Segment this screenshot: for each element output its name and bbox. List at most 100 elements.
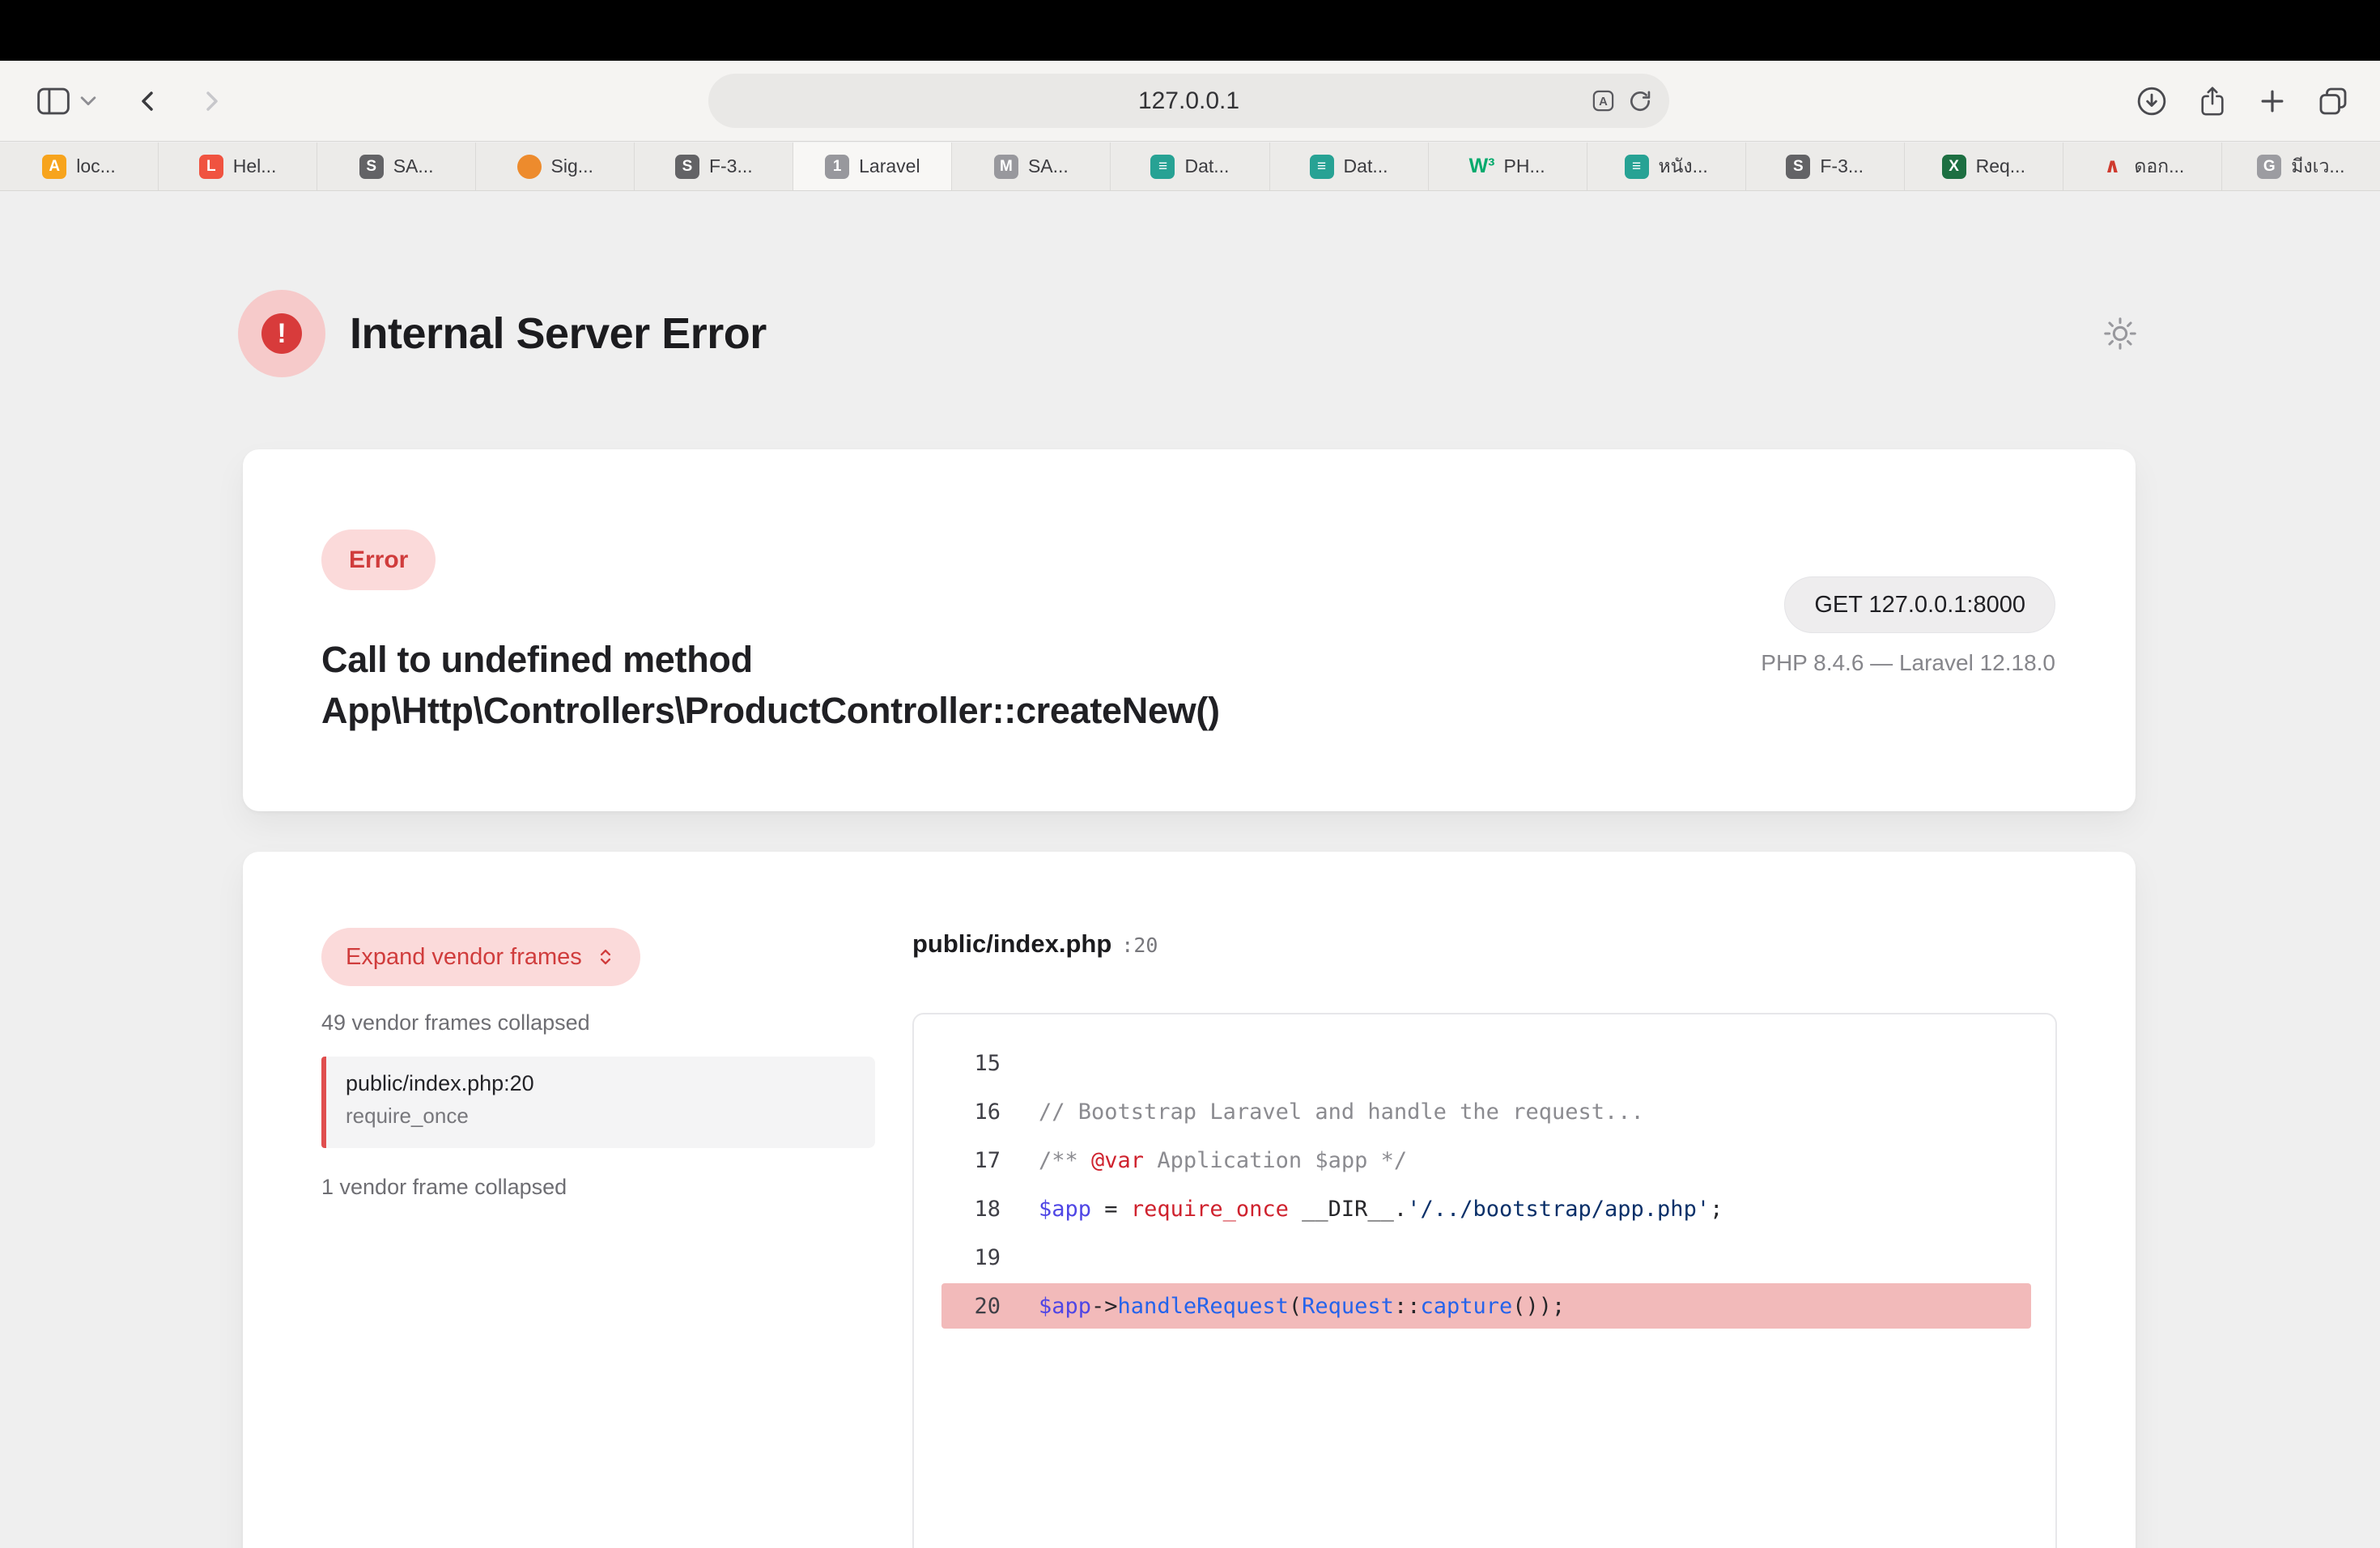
tab-label: SA...: [1028, 155, 1069, 177]
tab[interactable]: ≡ Dat...: [1111, 142, 1269, 190]
sidebar-icon: [36, 87, 70, 115]
versions-text: PHP 8.4.6 — Laravel 12.18.0: [1761, 650, 2055, 676]
translate-icon[interactable]: A: [1591, 88, 1616, 113]
tab-overview-button[interactable]: [2317, 85, 2349, 117]
tab[interactable]: S SA...: [317, 142, 476, 190]
code-line-20: 20 $app->handleRequest(Request::capture()…: [914, 1282, 2055, 1330]
expand-vendor-frames-button[interactable]: Expand vendor frames: [321, 928, 640, 986]
tab[interactable]: L Hel...: [159, 142, 317, 190]
tab-label: loc...: [76, 155, 116, 177]
line-code: /** @var Application $app */: [1039, 1148, 1407, 1173]
tab-label: Dat...: [1184, 155, 1229, 177]
forward-button[interactable]: [198, 88, 224, 114]
menu-bar: [0, 0, 2380, 61]
error-alert-icon: !: [238, 290, 325, 377]
frame-call: require_once: [346, 1104, 875, 1129]
tab-label: PH...: [1504, 155, 1545, 177]
unfold-icon: [595, 946, 616, 968]
share-icon: [2197, 85, 2228, 117]
phpmyadmin-icon: A: [42, 155, 66, 179]
downloads-button[interactable]: [2136, 85, 2168, 117]
chevron-left-icon: [135, 88, 161, 114]
code-line-19: 19: [914, 1233, 2055, 1282]
orange-dot-icon: [517, 155, 542, 179]
tab-label: F-3...: [709, 155, 753, 177]
tab[interactable]: W³ PH...: [1429, 142, 1587, 190]
line-code: // Bootstrap Laravel and handle the requ…: [1039, 1099, 1644, 1125]
database-icon: ≡: [1150, 155, 1175, 179]
chevron-right-icon: [198, 88, 224, 114]
exception-message-line: Call to undefined method: [321, 634, 1220, 685]
tab[interactable]: Sig...: [476, 142, 635, 190]
plus-icon: [2257, 86, 2288, 117]
tab[interactable]: XReq...: [1905, 142, 2063, 190]
request-method-pill: GET 127.0.0.1:8000: [1784, 576, 2055, 633]
line-number: 15: [914, 1051, 1001, 1076]
tab[interactable]: ∧ ดอก...: [2063, 142, 2222, 190]
line-number: 18: [914, 1197, 1001, 1222]
back-button[interactable]: [135, 88, 161, 114]
laravel-icon: L: [199, 155, 223, 179]
theme-toggle-button[interactable]: [2102, 315, 2139, 352]
code-line-16: 16 // Bootstrap Laravel and handle the re…: [914, 1087, 2055, 1136]
sun-icon: [2102, 315, 2139, 352]
line-number: 20: [914, 1294, 1001, 1319]
tab[interactable]: Aloc...: [0, 142, 159, 190]
stack-frame-item[interactable]: public/index.php:20 require_once: [321, 1057, 875, 1148]
line-number: 17: [914, 1148, 1001, 1173]
tab-label: F-3...: [1820, 155, 1864, 177]
s-icon: S: [675, 155, 699, 179]
exception-message: Call to undefined method App\Http\Contro…: [321, 634, 1220, 736]
stack-trace-card: Expand vendor frames 49 vendor frames co…: [243, 852, 2136, 1548]
chevron-logo-icon: ∧: [2100, 155, 2124, 179]
excel-icon: X: [1942, 155, 1966, 179]
exception-message-line: App\Http\Controllers\ProductController::…: [321, 685, 1220, 736]
code-line-17: 17 /** @var Application $app */: [914, 1136, 2055, 1184]
tab-label: หนัง...: [1659, 152, 1708, 181]
browser-toolbar: 127.0.0.1 A: [0, 61, 2380, 142]
g-icon: G: [2257, 155, 2281, 179]
file-name: public/index.php: [912, 929, 1111, 959]
line-number: 19: [914, 1245, 1001, 1270]
tab[interactable]: ≡ หนัง...: [1587, 142, 1746, 190]
s-icon: S: [359, 155, 384, 179]
w3schools-icon: W³: [1470, 155, 1494, 179]
sidebar-toggle-button[interactable]: [36, 87, 70, 115]
tab[interactable]: S F-3...: [1746, 142, 1905, 190]
share-button[interactable]: [2197, 85, 2228, 117]
tab-label: Laravel: [859, 155, 920, 177]
tab-label: ดอก...: [2134, 152, 2184, 181]
tab[interactable]: G มีงเว...: [2222, 142, 2380, 190]
tab-label: Sig...: [551, 155, 593, 177]
tab-label: Hel...: [233, 155, 277, 177]
code-line-18: 18$app = require_once __DIR__.'/../boots…: [914, 1184, 2055, 1233]
tab-label: SA...: [393, 155, 434, 177]
code-lines: 15 16 // Bootstrap Laravel and handle the …: [914, 1039, 2055, 1330]
chevron-down-icon: [80, 96, 96, 107]
code-snippet: 15 16 // Bootstrap Laravel and handle the …: [912, 1013, 2057, 1548]
line-code: $app->handleRequest(Request::capture());: [1039, 1294, 1565, 1319]
m-icon: M: [994, 155, 1018, 179]
line-number: 16: [914, 1099, 1001, 1125]
svg-text:A: A: [1599, 96, 1608, 108]
frame-location: public/index.php:20: [346, 1071, 875, 1096]
file-heading: public/index.php :20: [912, 929, 1158, 959]
s-icon: S: [1786, 155, 1810, 179]
collapsed-frames-above-text: 49 vendor frames collapsed: [321, 1010, 590, 1036]
tab[interactable]: ≡Dat...: [1270, 142, 1429, 190]
numbered-tab-icon: 1: [825, 155, 849, 179]
tab-active[interactable]: 1 Laravel: [793, 142, 952, 190]
new-tab-button[interactable]: [2257, 86, 2288, 117]
sidebar-menu-button[interactable]: [80, 96, 96, 107]
code-line-15: 15: [914, 1039, 2055, 1087]
tab[interactable]: M SA...: [952, 142, 1111, 190]
exclamation-icon: !: [261, 313, 302, 354]
tab-label: Dat...: [1344, 155, 1388, 177]
laravel-error-page: ! Internal Server Error Error GET 127.0.…: [0, 192, 2380, 1548]
database-icon: ≡: [1625, 155, 1649, 179]
tab[interactable]: S F-3...: [635, 142, 793, 190]
address-bar[interactable]: 127.0.0.1 A: [708, 74, 1669, 128]
expand-vendor-frames-label: Expand vendor frames: [346, 944, 582, 971]
tab-label: มีงเว...: [2291, 152, 2344, 181]
reload-icon[interactable]: [1627, 88, 1653, 114]
